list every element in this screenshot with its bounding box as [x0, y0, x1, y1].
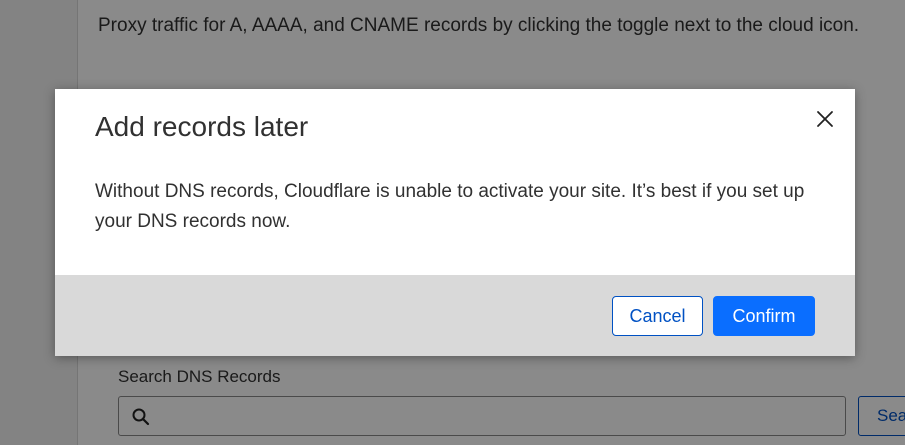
dialog-message: Without DNS records, Cloudflare is unabl… [95, 181, 805, 232]
close-icon [813, 111, 837, 135]
page: Proxy traffic for A, AAAA, and CNAME rec… [0, 0, 905, 445]
confirm-button[interactable]: Confirm [713, 296, 815, 336]
add-records-later-dialog: Add records later Without DNS records, C… [55, 89, 855, 356]
dialog-title: Add records later [95, 111, 309, 142]
dialog-footer: Cancel Confirm [55, 275, 855, 356]
close-button[interactable] [813, 107, 837, 131]
cancel-button[interactable]: Cancel [612, 296, 703, 336]
